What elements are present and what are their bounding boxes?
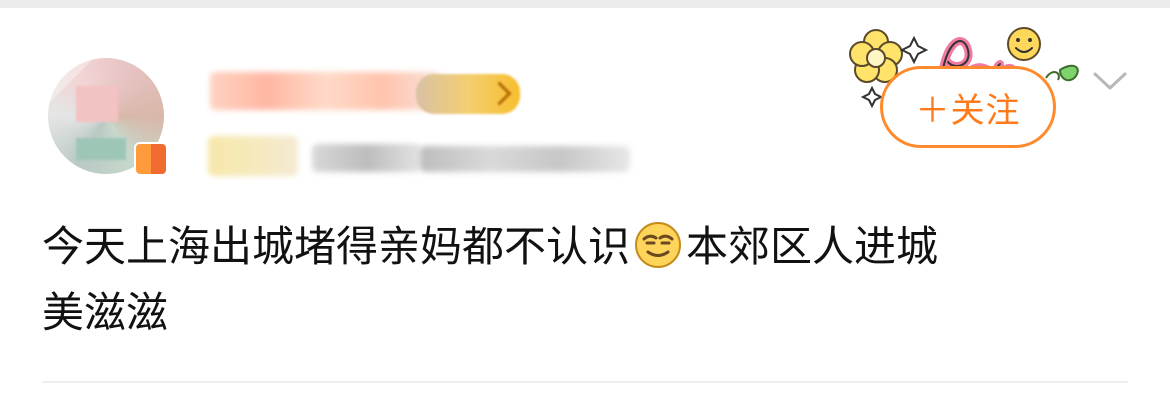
post-text-line-2: 美滋滋 (42, 288, 168, 337)
post-text-part-1: 今天上海出城堵得亲妈都不认识 (42, 222, 630, 271)
meta-tag-blurred (208, 136, 298, 176)
smirk-emoji-icon (632, 219, 684, 271)
top-separator (0, 0, 1170, 8)
badge-icon (136, 144, 166, 174)
post-text: 今天上海出城堵得亲妈都不认识 本郊区人进城 美滋滋 (42, 214, 1122, 346)
divider (42, 381, 1128, 383)
vip-badge[interactable] (416, 74, 520, 114)
chevron-down-icon[interactable] (1092, 70, 1128, 92)
post-time-blurred (312, 144, 422, 172)
follow-button[interactable]: ＋关注 (880, 66, 1056, 148)
post-text-part-2: 本郊区人进城 (686, 222, 938, 271)
username-blurred[interactable] (210, 72, 440, 110)
post-source-blurred (420, 146, 630, 172)
